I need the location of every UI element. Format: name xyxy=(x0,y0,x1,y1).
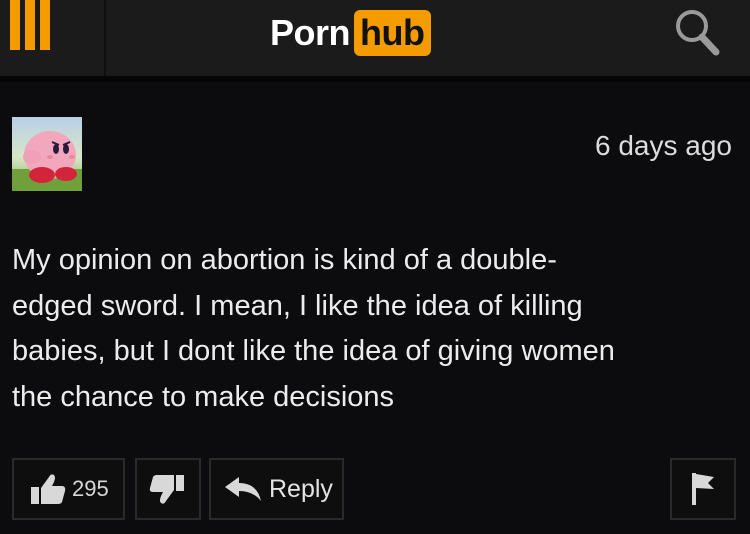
dislike-button[interactable] xyxy=(135,458,201,520)
reply-button[interactable]: Reply xyxy=(209,458,344,520)
flag-icon xyxy=(692,473,714,505)
search-button[interactable] xyxy=(668,4,728,60)
reply-label: Reply xyxy=(269,474,333,503)
avatar[interactable] xyxy=(12,117,82,191)
top-header: Porn hub xyxy=(0,0,750,76)
menu-icon xyxy=(10,0,50,50)
avatar-character-image xyxy=(12,131,82,191)
flag-button[interactable] xyxy=(670,458,736,520)
logo-text-right: hub xyxy=(354,10,431,56)
comment-line: babies, but I dont like the idea of givi… xyxy=(12,335,615,367)
comment-line: edged sword. I mean, I like the idea of … xyxy=(12,289,583,322)
like-button[interactable]: 295 xyxy=(12,458,125,520)
logo-text-left: Porn xyxy=(270,12,351,53)
comment-line: My opinion on abortion is kind of a doub… xyxy=(12,244,557,276)
comment-timestamp: 6 days ago xyxy=(595,130,732,161)
thumbs-up-icon xyxy=(31,474,66,504)
comment-line: the chance to make decisions xyxy=(12,380,395,413)
reply-arrow-icon xyxy=(225,477,261,501)
search-icon xyxy=(676,10,720,56)
like-count: 295 xyxy=(72,476,109,501)
site-logo[interactable]: Porn hub xyxy=(270,8,431,58)
comment-text: My opinion on abortion is kind of a doub… xyxy=(12,238,712,420)
menu-button[interactable] xyxy=(0,0,106,76)
header-divider xyxy=(0,76,750,82)
thumbs-down-icon xyxy=(149,475,184,504)
